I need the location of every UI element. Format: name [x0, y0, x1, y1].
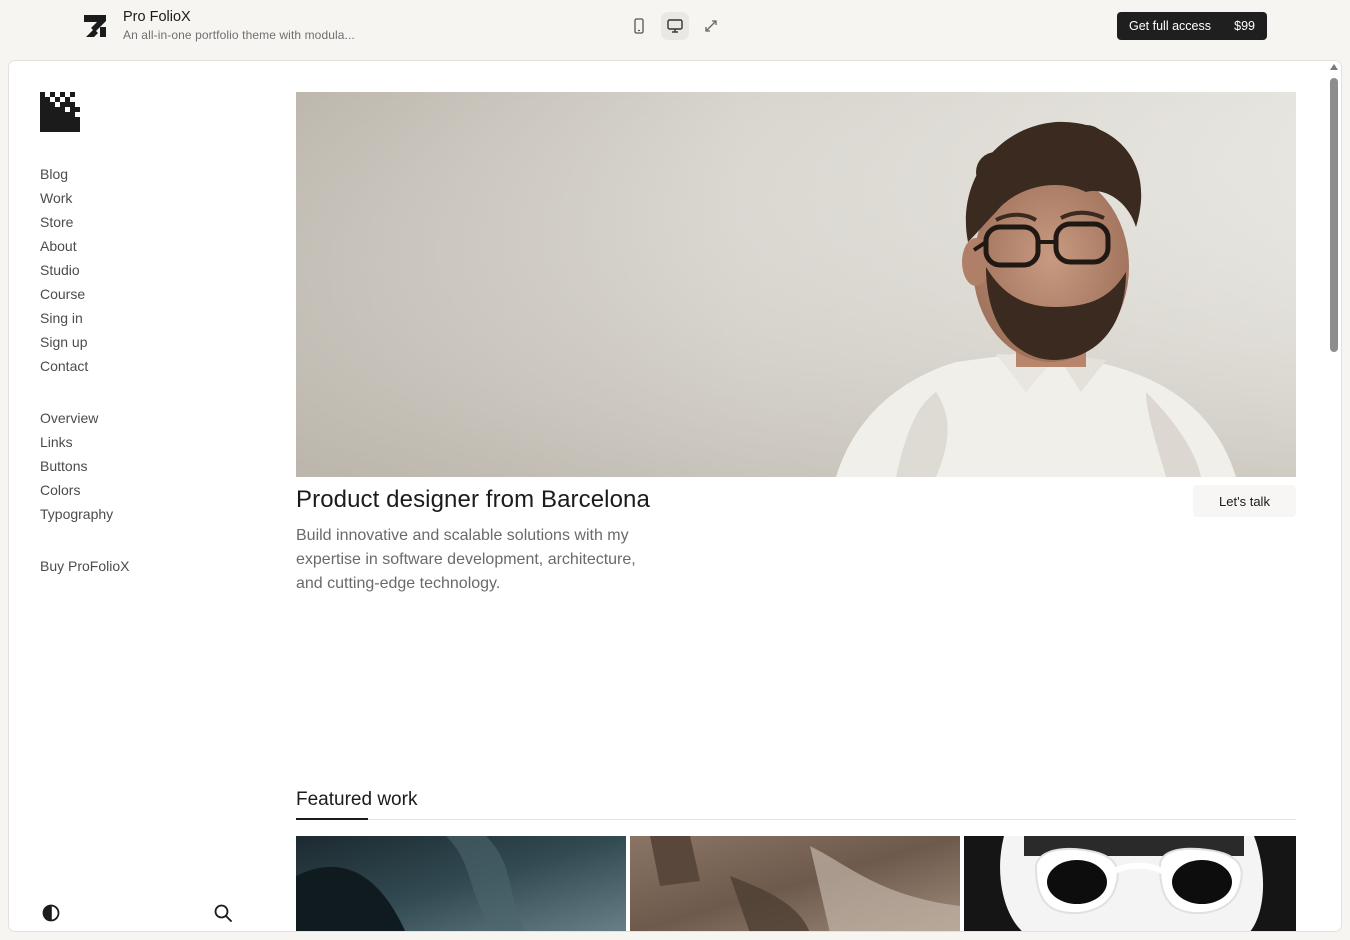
- hero-title: Product designer from Barcelona: [296, 486, 650, 513]
- nav-item-store[interactable]: Store: [40, 210, 88, 234]
- featured-work-heading: Featured work: [296, 789, 418, 810]
- contrast-icon: [42, 904, 60, 922]
- mobile-icon: [634, 18, 644, 34]
- nav-item-typography[interactable]: Typography: [40, 502, 113, 526]
- featured-card[interactable]: [296, 836, 626, 931]
- fullscreen-view-button[interactable]: [697, 12, 725, 40]
- featured-heading-underline: [296, 818, 368, 820]
- hero-description: Build innovative and scalable solutions …: [296, 527, 636, 592]
- nav-item-links[interactable]: Links: [40, 430, 113, 454]
- featured-card[interactable]: [630, 836, 960, 931]
- site-logo[interactable]: [40, 92, 80, 132]
- get-full-access-button[interactable]: Get full access $99: [1117, 12, 1267, 40]
- product-title: Pro FolioX: [123, 9, 191, 25]
- brand-logo: [84, 15, 106, 37]
- hero-image: [296, 92, 1296, 477]
- featured-card[interactable]: [964, 836, 1296, 931]
- nav-item-colors[interactable]: Colors: [40, 478, 113, 502]
- cta-price: $99: [1234, 19, 1255, 33]
- nav-item-overview[interactable]: Overview: [40, 406, 113, 430]
- site-preview-frame: Blog Work Store About Studio Course Sing…: [8, 60, 1342, 932]
- desktop-icon: [667, 19, 683, 33]
- search-button[interactable]: [211, 901, 235, 925]
- nav-item-contact[interactable]: Contact: [40, 354, 88, 378]
- nav-item-sign-in[interactable]: Sing in: [40, 306, 88, 330]
- scroll-thumb[interactable]: [1330, 78, 1338, 352]
- nav-item-work[interactable]: Work: [40, 186, 88, 210]
- scrollbar[interactable]: [1326, 60, 1342, 932]
- desktop-view-button[interactable]: [661, 12, 689, 40]
- mobile-view-button[interactable]: [625, 12, 653, 40]
- nav-item-about[interactable]: About: [40, 234, 88, 258]
- nav-item-blog[interactable]: Blog: [40, 162, 88, 186]
- primary-nav: Blog Work Store About Studio Course Sing…: [40, 162, 88, 378]
- nav-item-buy[interactable]: Buy ProFolioX: [40, 554, 129, 578]
- product-subtitle: An all-in-one portfolio theme with modul…: [123, 28, 355, 42]
- lets-talk-button[interactable]: Let's talk: [1193, 485, 1296, 517]
- nav-item-buttons[interactable]: Buttons: [40, 454, 113, 478]
- featured-divider: [296, 819, 1296, 820]
- ui-kit-nav: Overview Links Buttons Colors Typography: [40, 406, 113, 526]
- nav-item-sign-up[interactable]: Sign up: [40, 330, 88, 354]
- theme-toggle-button[interactable]: [39, 901, 63, 925]
- buy-nav: Buy ProFolioX: [40, 554, 129, 578]
- expand-icon: [705, 20, 717, 32]
- search-icon: [214, 904, 232, 922]
- nav-item-course[interactable]: Course: [40, 282, 88, 306]
- cta-label: Get full access: [1129, 19, 1211, 33]
- preview-toolbar: Pro FolioX An all-in-one portfolio theme…: [0, 0, 1350, 56]
- scroll-up-arrow[interactable]: [1330, 64, 1338, 70]
- nav-item-studio[interactable]: Studio: [40, 258, 88, 282]
